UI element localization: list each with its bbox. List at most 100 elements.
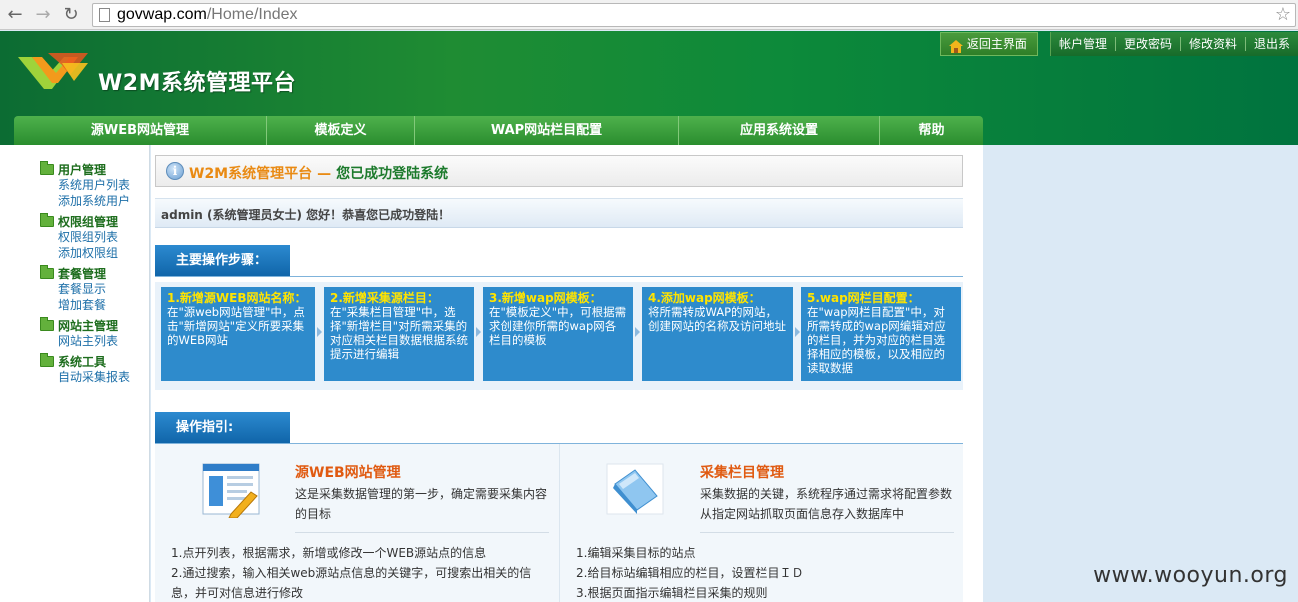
sidebar-item-auto-collect-report[interactable]: 自动采集报表	[58, 369, 130, 385]
welcome-message: 您已成功登陆系统	[336, 166, 449, 182]
sidebar-item-user-list[interactable]: 系统用户列表	[58, 177, 130, 193]
sidebar-item-site-owner-list[interactable]: 网站主列表	[58, 333, 118, 349]
top-links: 返回主界面 帐户管理 更改密码 修改资料 退出系	[939, 32, 1298, 56]
back-arrow-icon[interactable]: ←	[4, 4, 26, 26]
step-card: 2.新增采集源栏目： 在"采集栏目管理"中，选择"新增栏目"对所需采集的对应相关…	[324, 287, 474, 381]
folder-icon	[40, 352, 54, 367]
guide-web-site-management: 源WEB网站管理 这是采集数据管理的第一步，确定需要采集内容的目标 1.点开列表…	[155, 444, 559, 602]
user-greeting-bar: admin (系统管理员女士) 您好！恭喜您已成功登陆！	[155, 198, 963, 228]
logo	[18, 53, 88, 89]
welcome-brand: W2M系统管理平台	[189, 166, 313, 182]
nav-app-settings[interactable]: 应用系统设置	[679, 116, 880, 145]
sidebar-group-site-owners: 网站主管理 网站主列表	[40, 316, 119, 349]
address-bar[interactable]: govwap.com/Home/Index ☆	[92, 3, 1296, 27]
sidebar-item-package-display[interactable]: 套餐显示	[58, 281, 106, 297]
folder-icon	[40, 316, 54, 331]
watermark: www.wooyun.org	[1093, 563, 1288, 588]
steps-section-title: 主要操作步骤：	[155, 245, 290, 277]
page-icon	[99, 8, 110, 22]
url-host: govwap.com	[117, 6, 207, 23]
welcome-box: i W2M系统管理平台 — 您已成功登陆系统	[155, 155, 963, 187]
step-title: 3.新增wap网模板：	[489, 291, 602, 305]
browser-toolbar: ← → ↻ govwap.com/Home/Index ☆	[0, 0, 1298, 30]
sidebar-group-tools: 系统工具 自动采集报表	[40, 352, 130, 385]
url-text: govwap.com/Home/Index	[117, 6, 298, 24]
step-desc: 在"采集栏目管理"中，选择"新增栏目"对所需采集的对应相关栏目数据根据系统提示进…	[330, 305, 468, 361]
step-card: 5.wap网栏目配置： 在"wap网栏目配置"中，对所需转成的wap网编辑对应的…	[801, 287, 961, 381]
step-desc: 在"模板定义"中，可根据需求创建你所需的wap网各栏目的模板	[489, 305, 627, 347]
sidebar-group-users: 用户管理 系统用户列表 添加系统用户	[40, 160, 130, 209]
step-arrow-icon	[635, 327, 640, 337]
step-title: 2.新增采集源栏目：	[330, 291, 439, 305]
list-item: 3.根据页面指示编辑栏目采集的规则	[576, 586, 768, 600]
main-content: i W2M系统管理平台 — 您已成功登陆系统 admin (系统管理员女士) 您好！…	[151, 145, 983, 602]
info-icon: i	[166, 162, 184, 180]
reload-icon[interactable]: ↻	[60, 4, 82, 26]
sidebar-item-permission-list[interactable]: 权限组列表	[58, 229, 118, 245]
folder-icon	[40, 264, 54, 279]
step-desc: 在"源web网站管理"中，点击"新增网站"定义所要采集的WEB网站	[167, 305, 305, 347]
guide-item-desc: 采集数据的关键，系统程序通过需求将配置参数从指定网站抓取页面信息存入数据库中	[700, 487, 953, 521]
main-nav: 源WEB网站管理 模板定义 WAP网站栏目配置 应用系统设置 帮助	[14, 116, 983, 145]
sidebar-group-head[interactable]: 套餐管理	[40, 264, 107, 281]
change-password-link[interactable]: 更改密码	[1116, 37, 1181, 51]
sidebar-group-head[interactable]: 权限组管理	[40, 212, 119, 229]
sidebar-item-add-user[interactable]: 添加系统用户	[58, 193, 130, 209]
step-title: 4.添加wap网模板：	[648, 291, 761, 305]
home-link[interactable]: 返回主界面	[939, 32, 1038, 56]
divider	[295, 532, 549, 533]
steps-panel: 1.新增源WEB网站名称： 在"源web网站管理"中，点击"新增网站"定义所要采…	[155, 282, 963, 390]
sidebar-group-title: 用户管理	[58, 162, 107, 177]
list-item: 2.给目标站编辑相应的栏目，设置栏目ＩＤ	[576, 566, 804, 580]
step-title: 5.wap网栏目配置：	[807, 291, 920, 305]
guide-item-title[interactable]: 采集栏目管理	[700, 462, 784, 482]
list-item: 1.编辑采集目标的站点	[576, 546, 696, 560]
folder-icon	[40, 160, 54, 175]
divider	[700, 532, 954, 533]
guide-item-list: 1.编辑采集目标的站点 2.给目标站编辑相应的栏目，设置栏目ＩＤ 3.根据页面指…	[576, 543, 946, 602]
step-arrow-icon	[317, 327, 322, 337]
sidebar-group-title: 套餐管理	[58, 266, 107, 281]
home-link-label: 返回主界面	[966, 37, 1027, 51]
sidebar-group-title: 网站主管理	[58, 318, 119, 333]
sidebar-item-add-permission[interactable]: 添加权限组	[58, 245, 118, 261]
list-item: 2.通过搜索，输入相关web源站点信息的关键字，可搜索出相关的信息，并可对信息进…	[171, 566, 532, 600]
sidebar: 用户管理 系统用户列表 添加系统用户 权限组管理 权限组列表 添加权限组 套餐管…	[0, 145, 150, 602]
forward-arrow-icon[interactable]: →	[32, 4, 54, 26]
step-desc: 将所需转成WAP的网站，创建网站的名称及访问地址	[648, 305, 786, 333]
sidebar-group-title: 系统工具	[58, 354, 107, 369]
document-edit-icon	[202, 463, 260, 518]
guide-panel: 源WEB网站管理 这是采集数据管理的第一步，确定需要采集内容的目标 1.点开列表…	[155, 444, 963, 602]
user-greeting: admin (系统管理员女士) 您好！恭喜您已成功登陆！	[161, 208, 451, 222]
account-management-link[interactable]: 帐户管理	[1051, 37, 1116, 51]
guide-item-desc: 这是采集数据管理的第一步，确定需要采集内容的目标	[295, 487, 548, 521]
nav-help[interactable]: 帮助	[880, 116, 983, 145]
edit-profile-link[interactable]: 修改资料	[1181, 37, 1246, 51]
sidebar-item-add-package[interactable]: 增加套餐	[58, 297, 106, 313]
bookmark-star-icon[interactable]: ☆	[1275, 4, 1291, 25]
step-desc: 在"wap网栏目配置"中，对所需转成的wap网编辑对应的栏目，并为对应的栏目选择…	[807, 305, 946, 375]
step-arrow-icon	[795, 327, 800, 337]
site-title: W2M系统管理平台	[98, 71, 296, 96]
list-item: 1.点开列表，根据需求，新增或修改一个WEB源站点的信息	[171, 546, 487, 560]
guide-item-title[interactable]: 源WEB网站管理	[295, 462, 401, 482]
guide-section-title: 操作指引:	[155, 412, 290, 444]
step-card: 1.新增源WEB网站名称： 在"源web网站管理"中，点击"新增网站"定义所要采…	[161, 287, 315, 381]
logout-link[interactable]: 退出系	[1246, 37, 1298, 51]
sidebar-group-title: 权限组管理	[58, 214, 119, 229]
welcome-separator: —	[317, 166, 332, 182]
book-icon	[606, 463, 664, 515]
sidebar-group-head[interactable]: 网站主管理	[40, 316, 119, 333]
nav-web-site-management[interactable]: 源WEB网站管理	[14, 116, 267, 145]
sidebar-group-head[interactable]: 用户管理	[40, 160, 130, 177]
account-links: 帐户管理 更改密码 修改资料 退出系	[1049, 32, 1298, 56]
folder-icon	[40, 212, 54, 227]
step-title: 1.新增源WEB网站名称：	[167, 291, 307, 305]
nav-template-definition[interactable]: 模板定义	[267, 116, 415, 145]
step-arrow-icon	[476, 327, 481, 337]
sidebar-group-permissions: 权限组管理 权限组列表 添加权限组	[40, 212, 119, 261]
nav-wap-column-config[interactable]: WAP网站栏目配置	[415, 116, 679, 145]
guide-item-list: 1.点开列表，根据需求，新增或修改一个WEB源站点的信息 2.通过搜索，输入相关…	[171, 543, 541, 602]
sidebar-group-head[interactable]: 系统工具	[40, 352, 130, 369]
home-icon	[948, 38, 963, 53]
